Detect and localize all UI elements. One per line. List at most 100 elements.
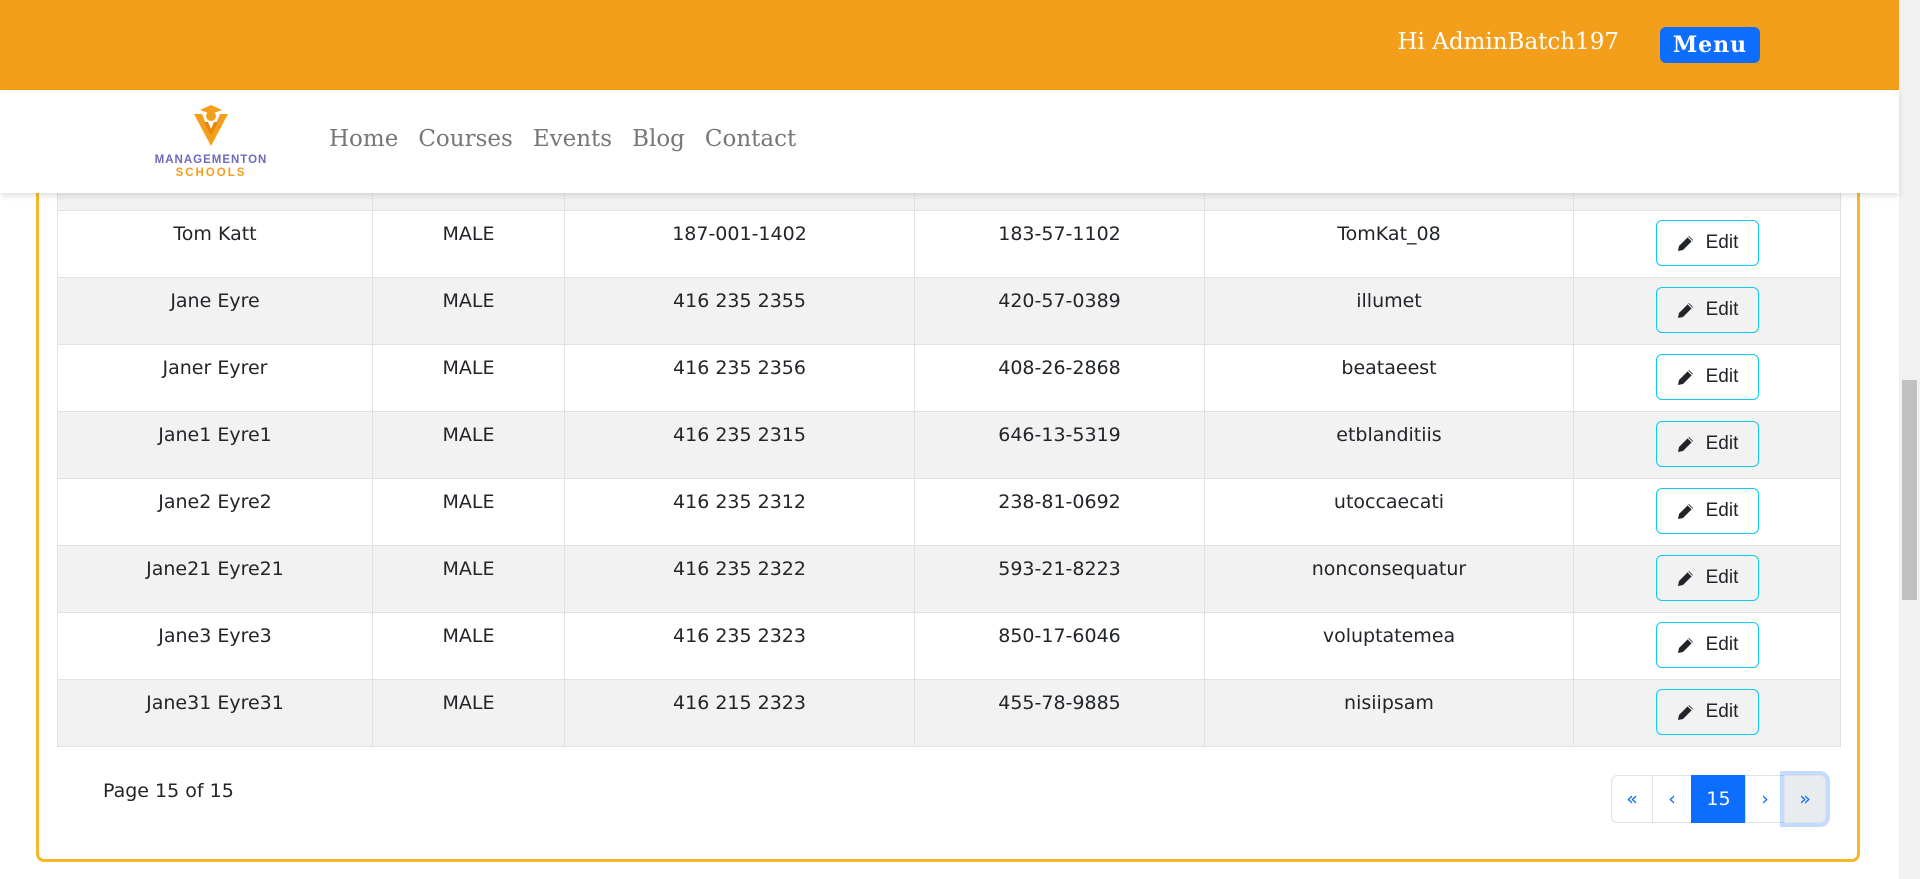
page-indicator: Page 15 of 15 xyxy=(103,780,234,802)
page-scrollbar[interactable] xyxy=(1899,0,1920,879)
table-row: Tom Katt MALE 187-001-1402 183-57-1102 TomKa… xyxy=(57,210,1841,278)
page-prev-button[interactable]: ‹ xyxy=(1652,775,1692,823)
nav-contact[interactable]: Contact xyxy=(705,126,796,152)
edit-label: Edit xyxy=(1705,701,1739,722)
cell-action: Edit xyxy=(1573,210,1841,278)
cell-phone: 416 235 2355 xyxy=(564,277,915,345)
school-logo[interactable]: MANAGEMENTON SCHOOLS xyxy=(146,102,276,182)
edit-button[interactable]: Edit xyxy=(1655,287,1759,333)
nav-home[interactable]: Home xyxy=(329,126,398,152)
pencil-icon xyxy=(1677,705,1693,720)
table-row: Jane31 Eyre31 MALE 416 215 2323 455-78-9885… xyxy=(57,679,1841,747)
page-current-button[interactable]: 15 xyxy=(1691,775,1746,823)
cell-name: Jane Eyre xyxy=(57,277,373,345)
cell-gender: MALE xyxy=(372,478,565,546)
cell-name: Jane31 Eyre31 xyxy=(57,679,373,747)
cell-phone: 416 235 2315 xyxy=(564,411,915,479)
cell-action: Edit xyxy=(1573,411,1841,479)
edit-button[interactable]: Edit xyxy=(1655,555,1759,601)
pencil-icon xyxy=(1677,437,1693,452)
logo-text-bottom: SCHOOLS xyxy=(175,167,247,179)
logo-text-top: MANAGEMENTON xyxy=(154,154,268,166)
nav-links: Home Courses Events Blog Contact xyxy=(329,126,796,152)
cell-ssn: 420-57-0389 xyxy=(914,277,1205,345)
cell-name: Jane21 Eyre21 xyxy=(57,545,373,613)
cell-ssn: 408-26-2868 xyxy=(914,344,1205,412)
cell-gender: MALE xyxy=(372,411,565,479)
logo-emblem-icon xyxy=(194,105,228,146)
cell-phone: 416 235 2322 xyxy=(564,545,915,613)
cell-name: Jane3 Eyre3 xyxy=(57,612,373,680)
table-row: Janer Eyrer MALE 416 235 2356 408-26-2868 be… xyxy=(57,344,1841,412)
cell-ssn: 183-57-1102 xyxy=(914,210,1205,278)
cell-name: Jane2 Eyre2 xyxy=(57,478,373,546)
pencil-icon xyxy=(1677,236,1693,251)
page-first-button[interactable]: « xyxy=(1611,775,1653,823)
cell-ssn: 455-78-9885 xyxy=(914,679,1205,747)
cell-phone: 416 215 2323 xyxy=(564,679,915,747)
students-table: Tom Katt MALE 187-001-1402 183-57-1102 TomKa… xyxy=(57,131,1841,747)
cell-action: Edit xyxy=(1573,612,1841,680)
cell-username: illumet xyxy=(1204,277,1574,345)
table-row: Jane2 Eyre2 MALE 416 235 2312 238-81-0692 ut… xyxy=(57,478,1841,546)
top-bar: Hi AdminBatch197 Menu xyxy=(0,0,1899,90)
cell-phone: 416 235 2312 xyxy=(564,478,915,546)
edit-label: Edit xyxy=(1705,567,1739,588)
cell-name: Janer Eyrer xyxy=(57,344,373,412)
cell-action: Edit xyxy=(1573,679,1841,747)
edit-label: Edit xyxy=(1705,232,1739,253)
cell-username: TomKat_08 xyxy=(1204,210,1574,278)
page-last-button[interactable]: » xyxy=(1784,775,1826,823)
pencil-icon xyxy=(1677,504,1693,519)
cell-name: Tom Katt xyxy=(57,210,373,278)
cell-phone: 187-001-1402 xyxy=(564,210,915,278)
user-greeting: Hi AdminBatch197 xyxy=(1397,29,1620,55)
cell-gender: MALE xyxy=(372,277,565,345)
pencil-icon xyxy=(1677,370,1693,385)
edit-button[interactable]: Edit xyxy=(1655,354,1759,400)
cell-phone: 416 235 2323 xyxy=(564,612,915,680)
cell-gender: MALE xyxy=(372,210,565,278)
cell-username: etblanditiis xyxy=(1204,411,1574,479)
cell-ssn: 238-81-0692 xyxy=(914,478,1205,546)
cell-username: utoccaecati xyxy=(1204,478,1574,546)
edit-button[interactable]: Edit xyxy=(1655,421,1759,467)
cell-username: nonconsequatur xyxy=(1204,545,1574,613)
pagination: « ‹ 15 › » xyxy=(1611,775,1826,823)
nav-courses[interactable]: Courses xyxy=(418,126,512,152)
edit-button[interactable]: Edit xyxy=(1655,689,1759,735)
scrollbar-thumb[interactable] xyxy=(1902,380,1917,600)
nav-events[interactable]: Events xyxy=(533,126,612,152)
page-next-button[interactable]: › xyxy=(1745,775,1785,823)
table-row: Jane21 Eyre21 MALE 416 235 2322 593-21-8223… xyxy=(57,545,1841,613)
edit-button[interactable]: Edit xyxy=(1655,220,1759,266)
cell-action: Edit xyxy=(1573,545,1841,613)
edit-label: Edit xyxy=(1705,299,1739,320)
table-row: Jane3 Eyre3 MALE 416 235 2323 850-17-6046 vo… xyxy=(57,612,1841,680)
cell-name: Jane1 Eyre1 xyxy=(57,411,373,479)
table-row: Jane1 Eyre1 MALE 416 235 2315 646-13-5319 et… xyxy=(57,411,1841,479)
cell-gender: MALE xyxy=(372,679,565,747)
cell-username: nisiipsam xyxy=(1204,679,1574,747)
edit-label: Edit xyxy=(1705,634,1739,655)
cell-action: Edit xyxy=(1573,478,1841,546)
main-navbar: MANAGEMENTON SCHOOLS Home Courses Events… xyxy=(0,90,1899,193)
cell-ssn: 593-21-8223 xyxy=(914,545,1205,613)
pencil-icon xyxy=(1677,638,1693,653)
cell-ssn: 646-13-5319 xyxy=(914,411,1205,479)
nav-blog[interactable]: Blog xyxy=(632,126,685,152)
pencil-icon xyxy=(1677,571,1693,586)
cell-ssn: 850-17-6046 xyxy=(914,612,1205,680)
cell-gender: MALE xyxy=(372,545,565,613)
cell-phone: 416 235 2356 xyxy=(564,344,915,412)
edit-button[interactable]: Edit xyxy=(1655,622,1759,668)
cell-gender: MALE xyxy=(372,612,565,680)
edit-button[interactable]: Edit xyxy=(1655,488,1759,534)
cell-username: voluptatemea xyxy=(1204,612,1574,680)
cell-action: Edit xyxy=(1573,277,1841,345)
table-row: Jane Eyre MALE 416 235 2355 420-57-0389 illu… xyxy=(57,277,1841,345)
edit-label: Edit xyxy=(1705,433,1739,454)
cell-username: beataeest xyxy=(1204,344,1574,412)
menu-button[interactable]: Menu xyxy=(1660,27,1760,63)
edit-label: Edit xyxy=(1705,500,1739,521)
